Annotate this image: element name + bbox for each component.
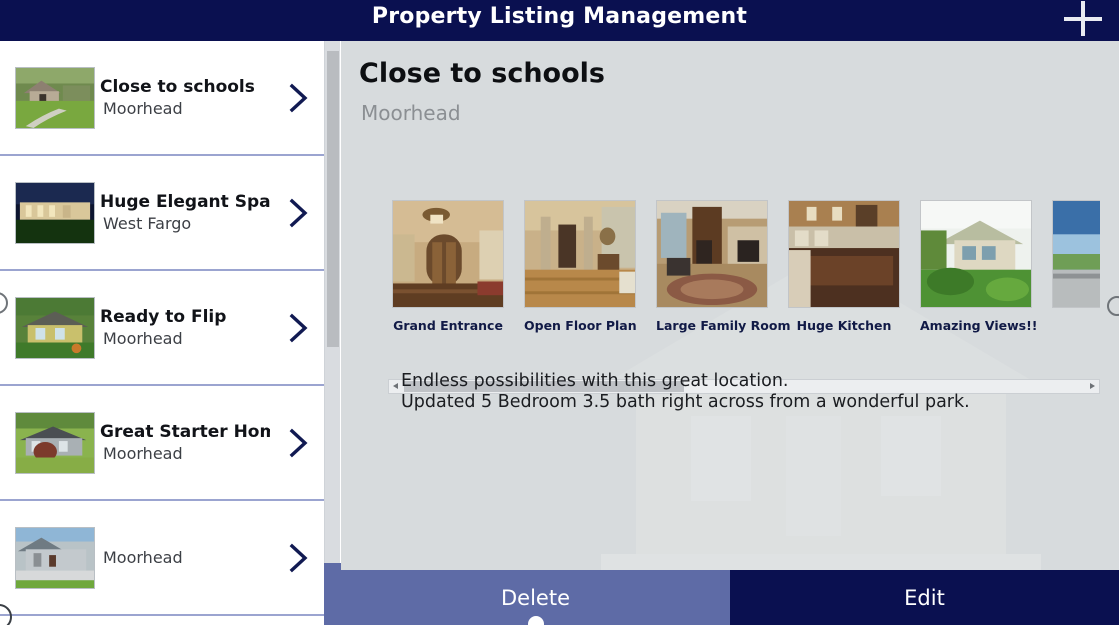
chevron-right-icon[interactable] — [286, 81, 312, 115]
listing-subtitle: Moorhead — [103, 443, 183, 463]
photo-strip: Grand Entrance Open Floor Plan Large Fam… — [388, 196, 1100, 394]
listing-title: Ready to Flip — [100, 306, 227, 327]
delete-button[interactable]: Delete — [341, 570, 730, 625]
photo-thumbnail[interactable] — [920, 200, 1032, 308]
photo-caption: Open Floor Plan — [524, 318, 637, 333]
sidebar-scrollbar[interactable] — [324, 41, 340, 625]
detail-title: Close to schools — [359, 58, 605, 89]
photo-caption: Grand Entrance — [393, 318, 503, 333]
listing-thumbnail — [15, 66, 95, 129]
list-item[interactable]: Close to schools Moorhead — [0, 41, 324, 156]
photo-thumbnail[interactable] — [788, 200, 900, 308]
photo-item[interactable]: Open Floor Plan — [524, 200, 637, 333]
list-item[interactable]: Great Starter Home Moorhead — [0, 386, 324, 501]
listing-text: Close to schools Moorhead — [100, 76, 270, 120]
photo-item[interactable]: Huge Kitchen — [788, 200, 900, 333]
edit-button-label: Edit — [904, 585, 945, 610]
listing-text: Huge Elegant Space West Fargo — [100, 191, 270, 235]
listing-thumbnail — [15, 296, 95, 359]
chevron-right-icon[interactable] — [286, 311, 312, 345]
listing-description: Endless possibilities with this great lo… — [401, 371, 970, 412]
listing-thumbnail — [15, 411, 95, 474]
listing-subtitle: Moorhead — [103, 98, 183, 118]
title-bar: Property Listing Management — [0, 0, 1119, 39]
edit-button[interactable]: Edit — [730, 570, 1119, 625]
listing-title: Huge Elegant Space — [100, 191, 270, 212]
photo-item[interactable]: Large Family Room — [656, 200, 791, 333]
touch-indicator — [527, 616, 544, 625]
listing-subtitle: Moorhead — [103, 547, 183, 567]
photo-item[interactable]: Amazing Views!! — [920, 200, 1038, 333]
listing-subtitle: West Fargo — [103, 213, 192, 233]
listing-sidebar[interactable]: Close to schools Moorhead Huge Elegant S… — [0, 41, 324, 625]
listing-title: Great Starter Home — [100, 421, 270, 442]
listing-subtitle: Moorhead — [103, 328, 183, 348]
photo-caption: Huge Kitchen — [796, 318, 892, 333]
photo-item[interactable]: Grand Entrance — [392, 200, 504, 333]
listing-thumbnail — [15, 181, 95, 244]
chevron-right-icon[interactable] — [286, 196, 312, 230]
action-bar: Delete Edit — [341, 570, 1119, 625]
listing-title: Close to schools — [100, 76, 255, 97]
page-title: Property Listing Management — [371, 4, 748, 29]
detail-subtitle: Moorhead — [361, 101, 461, 125]
photo-thumbnail[interactable] — [1052, 200, 1100, 308]
photo-thumbnail[interactable] — [392, 200, 504, 308]
listing-text: Great Starter Home Moorhead — [100, 421, 270, 465]
listing-text: Ready to Flip Moorhead — [100, 306, 270, 350]
photo-strip-viewport: Grand Entrance Open Floor Plan Large Fam… — [388, 196, 1100, 374]
chevron-right-icon[interactable] — [286, 541, 312, 575]
sidebar-scrollbar-footer — [324, 563, 341, 625]
app-window: Property Listing Management Close to sch… — [0, 0, 1119, 625]
list-item[interactable]: Huge Elegant Space West Fargo — [0, 156, 324, 271]
detail-panel: Close to schools Moorhead Grand Entrance… — [341, 41, 1119, 625]
photo-thumbnail[interactable] — [524, 200, 636, 308]
photo-item[interactable] — [1052, 200, 1100, 318]
delete-button-label: Delete — [501, 585, 570, 610]
listing-text: Moorhead — [100, 547, 270, 569]
photo-thumbnail[interactable] — [656, 200, 768, 308]
chevron-right-icon[interactable] — [286, 426, 312, 460]
sidebar-scrollbar-thumb[interactable] — [327, 51, 339, 347]
listing-thumbnail — [15, 526, 95, 589]
photo-caption: Amazing Views!! — [920, 318, 1038, 333]
list-item[interactable]: Ready to Flip Moorhead — [0, 271, 324, 386]
photo-caption: Large Family Room — [656, 318, 791, 333]
triangle-right-icon[interactable] — [1086, 380, 1099, 393]
list-item[interactable]: Moorhead — [0, 501, 324, 616]
